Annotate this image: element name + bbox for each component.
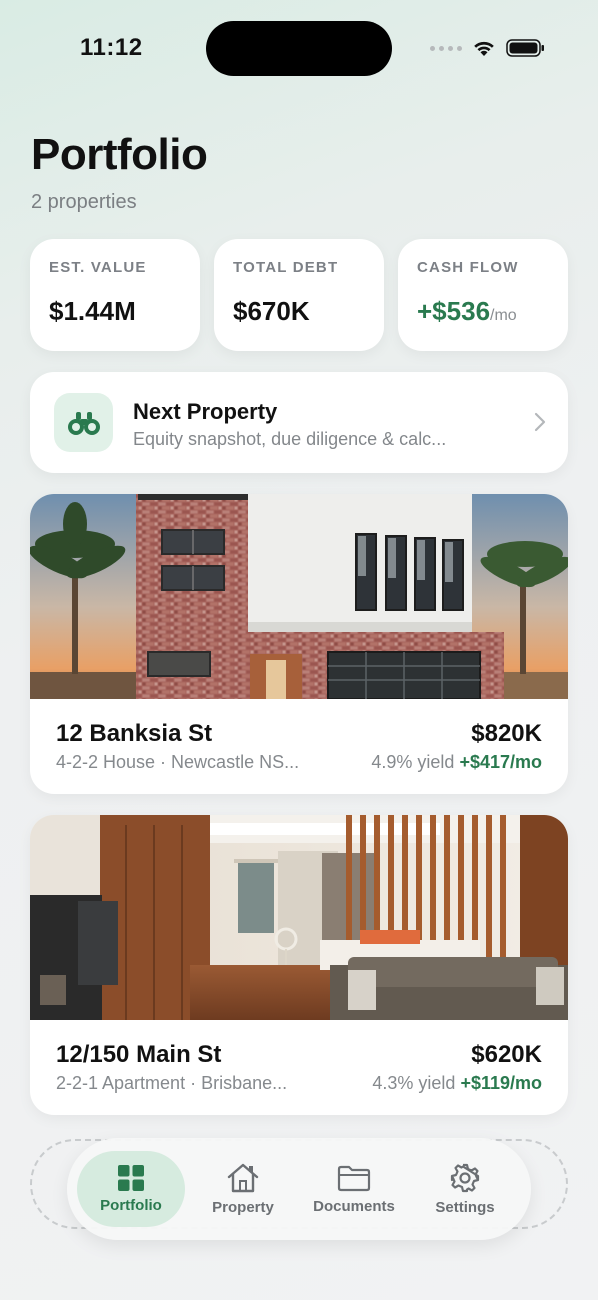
tab-label: Property xyxy=(212,1198,274,1216)
tab-label: Documents xyxy=(313,1197,395,1215)
next-property-description: Equity snapshot, due diligence & calc... xyxy=(133,429,447,449)
tab-settings[interactable]: Settings xyxy=(411,1151,519,1227)
property-yield-row: 4.9% yield +$417/mo xyxy=(371,752,542,773)
page-subtitle: 2 properties xyxy=(31,191,137,213)
dynamic-island xyxy=(206,21,392,76)
stat-label: EST. VALUE xyxy=(49,259,147,276)
grid-icon xyxy=(118,1164,144,1191)
property-photo-apartment xyxy=(30,815,568,1020)
tab-property[interactable]: Property xyxy=(189,1151,297,1227)
tab-portfolio[interactable]: Portfolio xyxy=(77,1151,185,1227)
stat-card-total-debt: TOTAL DEBT $670K xyxy=(214,239,384,351)
status-bar: 11:12 xyxy=(0,0,598,96)
chevron-right-icon xyxy=(534,412,546,432)
tab-label: Portfolio xyxy=(100,1196,162,1214)
property-details: 2-2-1 Apartment · Brisbane... xyxy=(56,1073,288,1093)
property-yield: 4.3% yield xyxy=(372,1073,456,1093)
status-icons xyxy=(430,38,546,58)
stat-value: $670K xyxy=(233,296,310,326)
property-card[interactable]: 12 Banksia St $820K 4-2-2 House · Newcas… xyxy=(30,494,568,794)
cellular-signal-icon xyxy=(430,45,462,51)
stat-value-row: +$536/mo xyxy=(417,296,549,327)
property-card[interactable]: 12/150 Main St $620K 2-2-1 Apartment · B… xyxy=(30,815,568,1115)
property-price: $620K xyxy=(471,1041,542,1068)
house-icon xyxy=(227,1163,259,1192)
stat-value: $1.44M xyxy=(49,296,136,326)
property-price: $820K xyxy=(471,720,542,747)
page-title: Portfolio xyxy=(31,130,208,179)
stat-label: TOTAL DEBT xyxy=(233,259,339,276)
tab-documents[interactable]: Documents xyxy=(300,1151,408,1227)
next-property-card[interactable]: Next Property Equity snapshot, due dilig… xyxy=(30,372,568,473)
property-cash-flow: +$119/mo xyxy=(460,1073,542,1093)
property-cash-flow: +$417/mo xyxy=(459,752,542,772)
stat-label: CASH FLOW xyxy=(417,259,519,276)
folder-icon xyxy=(337,1165,371,1191)
stat-card-cash-flow: CASH FLOW +$536/mo xyxy=(398,239,568,351)
next-property-icon-badge xyxy=(54,393,113,452)
property-yield: 4.9% yield xyxy=(371,752,455,772)
portfolio-stats: EST. VALUE $1.44M TOTAL DEBT $670K CASH … xyxy=(30,239,568,351)
gear-icon xyxy=(450,1163,480,1192)
stat-card-est-value: EST. VALUE $1.44M xyxy=(30,239,200,351)
next-property-title: Next Property xyxy=(133,399,278,424)
tab-bar: Portfolio Property Documents Settings xyxy=(67,1138,531,1240)
status-time: 11:12 xyxy=(80,34,143,61)
property-details: 4-2-2 House · Newcastle NS... xyxy=(56,752,300,772)
stat-value: +$536 xyxy=(417,296,491,326)
tab-label: Settings xyxy=(435,1198,495,1216)
binoculars-icon xyxy=(67,411,100,435)
property-name: 12 Banksia St xyxy=(56,720,213,747)
stat-unit: /mo xyxy=(490,307,517,324)
property-name: 12/150 Main St xyxy=(56,1041,222,1068)
property-yield-row: 4.3% yield +$119/mo xyxy=(372,1073,542,1094)
wifi-icon xyxy=(472,39,496,57)
battery-icon xyxy=(506,38,546,58)
property-photo-house xyxy=(30,494,568,699)
